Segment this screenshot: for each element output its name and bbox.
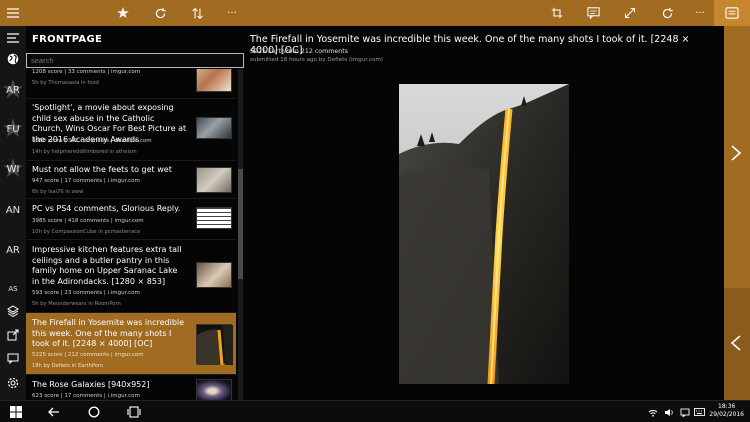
hamburger-icon[interactable] [0,27,26,49]
post-subtext: 5h by Thomasasia in food [32,80,99,86]
post-subtext: 6h by Isai76 in aww [32,189,84,195]
post-thumbnail [196,207,232,229]
post-thumbnail [196,379,232,400]
post-item[interactable]: Must not allow the feets to get wet 947 … [26,161,236,199]
comments-icon[interactable] [582,0,604,26]
globe-icon[interactable] [0,48,26,70]
rail-item-an[interactable]: AN [0,198,26,222]
post-meta: 5225 score | 212 comments | imgur.com [32,352,144,358]
clock-date: 29/02/2016 [709,411,744,418]
star-icon[interactable]: ★ [112,0,134,26]
post-subtext: 10h by CompassionCube in pcmasterrace [32,229,141,235]
post-item-selected[interactable]: The Firefall in Yosemite was incredible … [26,313,236,375]
side-panel-toggle[interactable] [724,288,750,400]
rail-item-wi[interactable]: ★ WI [0,156,26,182]
frontpage-panel: FRONTPAGE 1208 score | 33 comments | img… [26,26,244,400]
rail-item-label: FU [6,123,20,135]
post-thumbnail [196,69,232,92]
clock-time: 18:36 [718,403,736,410]
more-options-icon[interactable]: ··· [690,0,710,26]
back-icon[interactable] [44,401,64,422]
windows-start-icon[interactable] [6,401,26,422]
rail-item-label: AR [6,84,20,96]
right-navigation-strip [724,26,750,400]
hamburger-menu-icon[interactable] [0,2,26,24]
reading-mode-icon[interactable] [714,0,750,26]
layers-icon[interactable] [0,300,26,322]
refresh-icon[interactable] [149,0,171,26]
post-title: Impressive kitchen features extra tall c… [32,245,182,286]
sort-icon[interactable] [186,0,208,26]
fullscreen-icon[interactable] [619,0,641,26]
post-meta: 3985 score | 418 comments | imgur.com [32,218,144,224]
refresh-content-icon[interactable] [656,0,678,26]
post-title: PC vs PS4 comments, Glorious Reply. [32,204,181,213]
next-post-arrow-icon[interactable] [729,144,743,166]
top-app-bar-right: ··· [244,0,750,26]
rail-item-ar[interactable]: ★ AR [0,77,26,103]
settings-icon[interactable] [0,372,26,394]
rail-item-label: WI [6,163,20,175]
rail-item-ar-2[interactable]: AR [0,238,26,262]
scrollbar-thumb[interactable] [238,169,243,279]
post-thumbnail [196,167,232,193]
post-thumbnail [196,117,232,139]
post-list: 1208 score | 33 comments | imgur.com 5h … [26,69,236,400]
rail-item-label: AR [6,244,20,256]
keyboard-icon[interactable] [692,401,706,422]
crop-icon[interactable] [546,0,568,26]
post-subtext: 14h by helpmeredditimbored in atheism [32,149,137,155]
post-meta: 4380 score | 337 comments | deadline.com [32,138,152,144]
rail-item-label: AS [8,285,18,293]
volume-icon[interactable] [662,401,676,422]
task-view-icon[interactable] [124,401,144,422]
post-thumbnail [196,262,232,288]
rail-item-label: AN [5,204,21,216]
post-item[interactable]: 1208 score | 33 comments | imgur.com 5h … [26,69,236,99]
post-meta: 1208 score | 33 comments | imgur.com [32,69,141,75]
search-input[interactable] [26,53,244,68]
action-center-icon[interactable] [678,401,692,422]
top-app-bar-left: ★ ··· [0,0,244,26]
post-meta: 623 score | 17 comments | i.imgur.com [32,393,140,399]
panel-title: FRONTPAGE [32,34,103,45]
post-item[interactable]: Impressive kitchen features extra tall c… [26,240,236,313]
post-title: The Firefall in Yosemite was incredible … [32,318,185,348]
list-scrollbar[interactable] [238,69,243,400]
rail-item-as[interactable]: AS [0,284,26,294]
post-thumbnail [196,324,233,365]
post-detail: The Firefall in Yosemite was incredible … [244,26,724,400]
post-meta: 947 score | 17 comments | i.imgur.com [32,178,140,184]
more-icon[interactable]: ··· [222,0,242,26]
post-item[interactable]: The Rose Galaxies [940x952] 623 score | … [26,375,236,400]
post-subtext: 18h by Defiets in EarthPorn [32,363,104,369]
post-item[interactable]: 'Spotlight', a movie about exposing chil… [26,99,236,161]
navigation-rail: ★ AR ★ FU ★ WI AN AR AS [0,8,26,400]
system-clock[interactable]: 18:36 29/02/2016 [709,403,744,419]
post-stats: 5225 EarthPorn 212 comments [250,48,349,55]
share-icon[interactable] [0,324,26,346]
post-title: The Rose Galaxies [940x952] [32,380,150,389]
post-meta: 593 score | 23 comments | i.imgur.com [32,290,140,296]
collapse-arrow-icon[interactable] [729,334,743,356]
rail-item-fu[interactable]: ★ FU [0,116,26,142]
post-subtext: 5h by Meunderwears in RoomPorn [32,301,121,307]
post-item[interactable]: PC vs PS4 comments, Glorious Reply. 3985… [26,199,236,240]
message-icon[interactable] [0,347,26,369]
post-title: Must not allow the feets to get wet [32,165,172,174]
windows-taskbar: 18:36 29/02/2016 [0,400,750,422]
wifi-icon[interactable] [646,401,660,422]
post-submitted: submitted 18 hours ago by Defiets (imgur… [250,57,383,63]
home-circle-icon[interactable] [84,401,104,422]
post-image[interactable] [399,84,569,384]
